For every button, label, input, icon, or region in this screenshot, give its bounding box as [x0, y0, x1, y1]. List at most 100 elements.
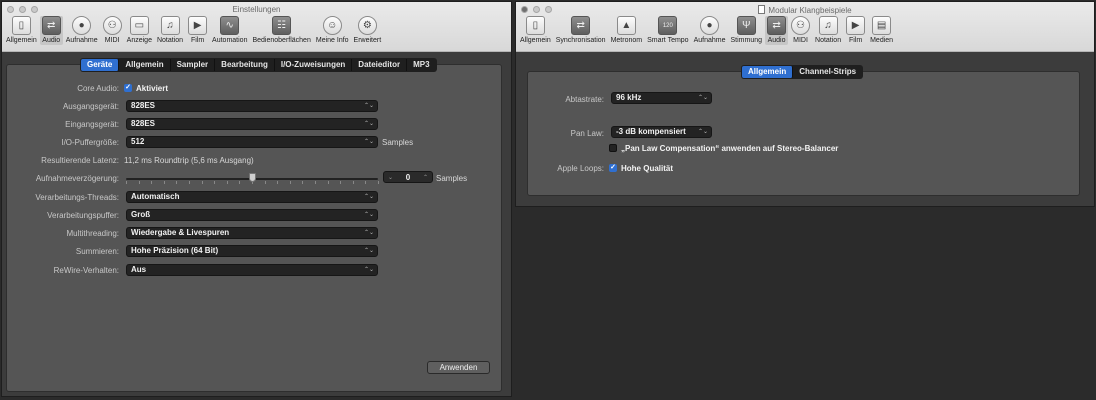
toolbar-label: Notation	[156, 37, 184, 44]
tab-allgemein[interactable]: Allgemein	[119, 59, 171, 71]
project-titlebar: Modular Klangbeispiele ▯ Allgemein ⇄ Synchr…	[516, 2, 1094, 52]
toolbar-stimmung[interactable]: Ψ Stimmung	[729, 16, 765, 45]
toolbar-label: Aufnahme	[693, 37, 726, 44]
switch-icon: ▯	[525, 16, 545, 35]
toolbar-label: Erweitert	[353, 37, 382, 44]
apple-loops-checkbox[interactable]: ✓	[609, 164, 617, 172]
project-tabs: Allgemein Channel-Strips	[741, 65, 864, 79]
threads-select[interactable]: Automatisch ⌃⌄	[126, 191, 378, 203]
record-delay-stepper[interactable]: ⌄ 0 ⌃	[383, 171, 433, 183]
toolbar-film[interactable]: ▶ Film	[844, 16, 867, 45]
rewire-label: ReWire-Verhalten:	[53, 266, 119, 275]
toolbar-meine-info[interactable]: ☺ Meine Info	[314, 16, 351, 45]
toolbar-smart-tempo[interactable]: 120 Smart Tempo	[645, 16, 691, 45]
rewire-select[interactable]: Aus ⌃⌄	[126, 264, 378, 276]
toolbar-label: Film	[848, 37, 863, 44]
chevron-updown-icon: ⌃⌄	[363, 139, 374, 145]
core-audio-checkbox[interactable]: ✓	[124, 84, 132, 92]
tab-i-o-zuweisungen[interactable]: I/O-Zuweisungen	[275, 59, 353, 71]
process-buffer-select[interactable]: Groß ⌃⌄	[126, 209, 378, 221]
slider-tick	[290, 181, 291, 184]
toolbar-audio[interactable]: ⇄ Audio	[39, 16, 63, 45]
toolbar-label: Smart Tempo	[647, 37, 689, 44]
record-delay-slider-handle[interactable]	[249, 173, 256, 182]
toolbar-synchronisation[interactable]: ⇄ Synchronisation	[554, 16, 608, 45]
tab-mp3[interactable]: MP3	[407, 59, 435, 71]
toolbar-aufnahme[interactable]: ● Aufnahme	[64, 16, 100, 45]
stepper-down-icon[interactable]: ⌄	[388, 174, 393, 181]
slider-tick	[378, 181, 379, 184]
preferences-toolbar: ▯ Allgemein ⇄ Audio ● Aufnahme ⚇ MIDI ▭ Anzeige ♫ N…	[4, 16, 384, 45]
film-icon: ▶	[846, 16, 866, 35]
project-general-panel	[527, 71, 1080, 196]
buffer-size-select[interactable]: 512 ⌃⌄	[126, 136, 378, 148]
toolbar-allgemein[interactable]: ▯ Allgemein	[4, 16, 39, 45]
my-info-icon: ☺	[322, 16, 342, 35]
tab-dateieditor[interactable]: Dateieditor	[352, 59, 408, 71]
output-device-select[interactable]: 828ES ⌃⌄	[126, 100, 378, 112]
buffer-size-unit: Samples	[382, 138, 414, 147]
slider-tick	[126, 181, 127, 184]
record-icon: ●	[72, 16, 92, 35]
window-title: Einstellungen	[232, 5, 281, 14]
toolbar-midi[interactable]: ⚇ MIDI	[101, 16, 124, 45]
sample-rate-select[interactable]: 96 kHz ⌃⌄	[611, 92, 712, 104]
preferences-tabs: Geräte Allgemein Sampler Bearbeitung I/O-Zuw…	[80, 58, 437, 72]
pan-law-label: Pan Law:	[570, 129, 604, 138]
slider-tick	[353, 181, 354, 184]
buffer-size-value: 512	[131, 137, 145, 146]
tab-allgemein[interactable]: Allgemein	[742, 66, 794, 78]
notation-icon: ♫	[818, 16, 838, 35]
toolbar-notation[interactable]: ♫ Notation	[155, 16, 185, 45]
toolbar-aufnahme[interactable]: ● Aufnahme	[692, 16, 728, 45]
toolbar-audio[interactable]: ⇄ Audio	[765, 16, 789, 45]
tab-ger-te[interactable]: Geräte	[81, 59, 120, 71]
media-briefcase-icon: ▤	[872, 16, 892, 35]
rewire-value: Aus	[131, 265, 147, 274]
tab-channel-strips[interactable]: Channel-Strips	[793, 66, 862, 78]
summing-select[interactable]: Hohe Präzision (64 Bit) ⌃⌄	[126, 245, 378, 257]
toolbar-allgemein[interactable]: ▯ Allgemein	[518, 16, 553, 45]
output-device-label: Ausgangsgerät:	[62, 102, 119, 111]
toolbar-label: Synchronisation	[555, 37, 606, 44]
toolbar-metronom[interactable]: ▲ Metronom	[609, 16, 645, 45]
toolbar-label: Film	[190, 37, 205, 44]
input-device-value: 828ES	[131, 119, 156, 128]
toolbar-label: Allgemein	[520, 37, 551, 44]
film-icon: ▶	[188, 16, 208, 35]
multithreading-value: Wiedergabe & Livespuren	[131, 228, 230, 237]
chevron-updown-icon: ⌃⌄	[363, 230, 374, 236]
toolbar-bedienoberfl-chen[interactable]: ☷ Bedienoberflächen	[250, 16, 312, 45]
stepper-up-icon[interactable]: ⌃	[423, 174, 428, 181]
toolbar-notation[interactable]: ♫ Notation	[813, 16, 843, 45]
toolbar-label: Metronom	[610, 37, 643, 44]
tab-sampler[interactable]: Sampler	[171, 59, 216, 71]
chevron-updown-icon: ⌃⌄	[697, 95, 708, 101]
threads-label: Verarbeitungs-Threads:	[35, 193, 119, 202]
pan-law-compensation-label: „Pan Law Compensation“ anwenden auf Ster…	[621, 144, 839, 153]
apply-button[interactable]: Anwenden	[427, 361, 490, 374]
toolbar-anzeige[interactable]: ▭ Anzeige	[125, 16, 154, 45]
toolbar-midi[interactable]: ⚇ MIDI	[789, 16, 812, 45]
project-settings-window: Modular Klangbeispiele ▯ Allgemein ⇄ Synchr…	[515, 1, 1095, 207]
core-audio-value: Aktiviert	[136, 84, 169, 93]
summing-label: Summieren:	[75, 247, 119, 256]
pan-law-select[interactable]: -3 dB kompensiert ⌃⌄	[611, 126, 712, 138]
tab-bearbeitung[interactable]: Bearbeitung	[215, 59, 275, 71]
sample-rate-label: Abtastrate:	[565, 95, 604, 104]
toolbar-medien[interactable]: ▤ Medien	[868, 16, 895, 45]
input-device-select[interactable]: 828ES ⌃⌄	[126, 118, 378, 130]
slider-tick	[151, 181, 152, 184]
pan-law-compensation-checkbox[interactable]	[609, 144, 617, 152]
preferences-titlebar: Einstellungen ▯ Allgemein ⇄ Audio ● Aufnahme ⚇…	[2, 2, 511, 52]
multithreading-select[interactable]: Wiedergabe & Livespuren ⌃⌄	[126, 227, 378, 239]
toolbar-automation[interactable]: ∿ Automation	[210, 16, 249, 45]
summing-value: Hohe Präzision (64 Bit)	[131, 246, 219, 255]
toolbar-film[interactable]: ▶ Film	[186, 16, 209, 45]
toolbar-erweitert[interactable]: ⚙ Erweitert	[352, 16, 384, 45]
project-title: Modular Klangbeispiele	[768, 6, 852, 15]
input-device-label: Eingangsgerät:	[65, 120, 119, 129]
pan-law-value: -3 dB kompensiert	[616, 127, 686, 136]
control-surfaces-icon: ☷	[272, 16, 292, 35]
toolbar-label: Allgemein	[6, 37, 37, 44]
